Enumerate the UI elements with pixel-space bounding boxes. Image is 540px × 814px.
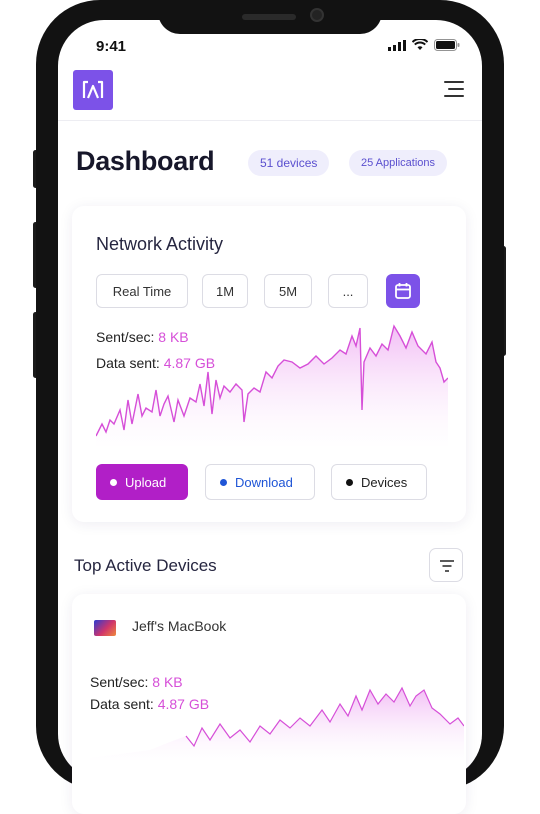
range-1m-button[interactable]: 1M	[202, 274, 248, 308]
devices-legend-button[interactable]: Devices	[331, 464, 427, 500]
device-card[interactable]: Jeff's MacBook Sent/sec: 8 KB Data sent:…	[72, 594, 466, 814]
speaker-grill	[242, 14, 296, 20]
download-dot-icon	[220, 478, 227, 486]
device-name: Jeff's MacBook	[132, 618, 227, 634]
download-legend-button[interactable]: Download	[205, 464, 315, 500]
page-title: Dashboard	[76, 146, 215, 176]
range-5m-button[interactable]: 5M	[264, 274, 312, 308]
device-activity-chart	[90, 686, 464, 760]
wifi-icon	[412, 39, 428, 50]
network-activity-title: Network Activity	[96, 234, 224, 254]
battery-icon	[434, 39, 460, 51]
status-icons	[388, 39, 460, 51]
upload-dot-icon	[110, 478, 117, 486]
app-header	[58, 68, 482, 121]
upload-legend-button[interactable]: Upload	[96, 464, 188, 500]
macbook-icon	[94, 620, 116, 636]
network-activity-card: Network Activity Real Time 1M 5M ... Sen…	[72, 206, 466, 522]
front-camera	[310, 8, 324, 22]
app-logo-icon[interactable]	[73, 70, 113, 110]
filter-icon[interactable]	[429, 548, 463, 582]
top-active-devices-title: Top Active Devices	[74, 556, 217, 575]
range-more-button[interactable]: ...	[328, 274, 368, 308]
range-realtime-button[interactable]: Real Time	[96, 274, 188, 308]
status-time: 9:41	[96, 38, 127, 55]
phone-notch	[158, 0, 382, 34]
devices-count-badge[interactable]: 51 devices	[248, 150, 330, 176]
calendar-icon[interactable]	[386, 274, 420, 308]
devices-dot-icon	[346, 478, 353, 486]
applications-count-badge[interactable]: 25 Applications	[349, 150, 447, 176]
network-activity-chart	[96, 324, 448, 446]
signal-icon	[388, 39, 406, 51]
hamburger-menu-icon[interactable]	[444, 81, 464, 97]
